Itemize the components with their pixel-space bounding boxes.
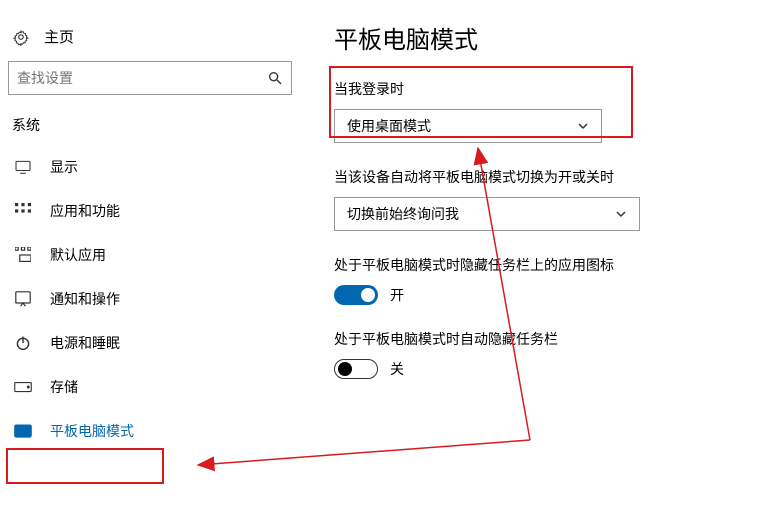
annotation-highlight-sidebar	[6, 448, 164, 484]
auto-switch-label: 当该设备自动将平板电脑模式切换为开或关时	[334, 167, 744, 187]
sidebar-item-power[interactable]: 电源和睡眠	[0, 321, 300, 365]
settings-sidebar: 主页 系统 显示 应用和功能 默认应用 通知和操作	[0, 0, 300, 453]
main-content: 平板电脑模式 当我登录时 使用桌面模式 当该设备自动将平板电脑模式切换为开或关时…	[334, 20, 744, 403]
chevron-down-icon	[615, 208, 627, 220]
home-label: 主页	[44, 26, 74, 47]
tablet-icon	[14, 424, 32, 438]
auto-switch-dropdown[interactable]: 切换前始终询问我	[334, 197, 640, 231]
auto-switch-value: 切换前始终询问我	[347, 204, 459, 224]
chevron-down-icon	[577, 120, 589, 132]
login-dropdown-value: 使用桌面模式	[347, 116, 431, 136]
search-input-container[interactable]	[8, 61, 292, 95]
hide-taskbar-toggle[interactable]	[334, 359, 378, 379]
hide-taskbar-state: 关	[390, 359, 404, 379]
apps-icon	[14, 203, 32, 219]
sidebar-item-label: 平板电脑模式	[50, 421, 134, 441]
page-title: 平板电脑模式	[334, 20, 744, 55]
sidebar-home[interactable]: 主页	[0, 20, 300, 57]
sidebar-item-label: 显示	[50, 157, 78, 177]
sidebar-item-storage[interactable]: 存储	[0, 365, 300, 409]
login-dropdown[interactable]: 使用桌面模式	[334, 109, 602, 143]
sidebar-item-default-apps[interactable]: 默认应用	[0, 233, 300, 277]
search-icon	[267, 70, 283, 86]
monitor-icon	[14, 160, 32, 174]
sidebar-item-label: 通知和操作	[50, 289, 120, 309]
notifications-icon	[14, 291, 32, 307]
sidebar-item-tablet-mode[interactable]: 平板电脑模式	[0, 409, 300, 453]
sidebar-item-display[interactable]: 显示	[0, 145, 300, 189]
login-label: 当我登录时	[334, 79, 744, 99]
sidebar-item-apps[interactable]: 应用和功能	[0, 189, 300, 233]
sidebar-item-notifications[interactable]: 通知和操作	[0, 277, 300, 321]
sidebar-item-label: 应用和功能	[50, 201, 120, 221]
hide-taskbar-label: 处于平板电脑模式时自动隐藏任务栏	[334, 329, 744, 349]
sidebar-item-label: 默认应用	[50, 245, 106, 265]
search-input[interactable]	[17, 70, 267, 86]
sidebar-item-label: 存储	[50, 377, 78, 397]
storage-icon	[14, 381, 32, 393]
sidebar-section-title: 系统	[0, 109, 300, 145]
power-icon	[14, 335, 32, 351]
gear-icon	[12, 28, 30, 46]
hide-icons-label: 处于平板电脑模式时隐藏任务栏上的应用图标	[334, 255, 744, 275]
hide-icons-toggle[interactable]	[334, 285, 378, 305]
sidebar-item-label: 电源和睡眠	[50, 333, 120, 353]
hide-icons-state: 开	[390, 285, 404, 305]
default-apps-icon	[14, 247, 32, 263]
